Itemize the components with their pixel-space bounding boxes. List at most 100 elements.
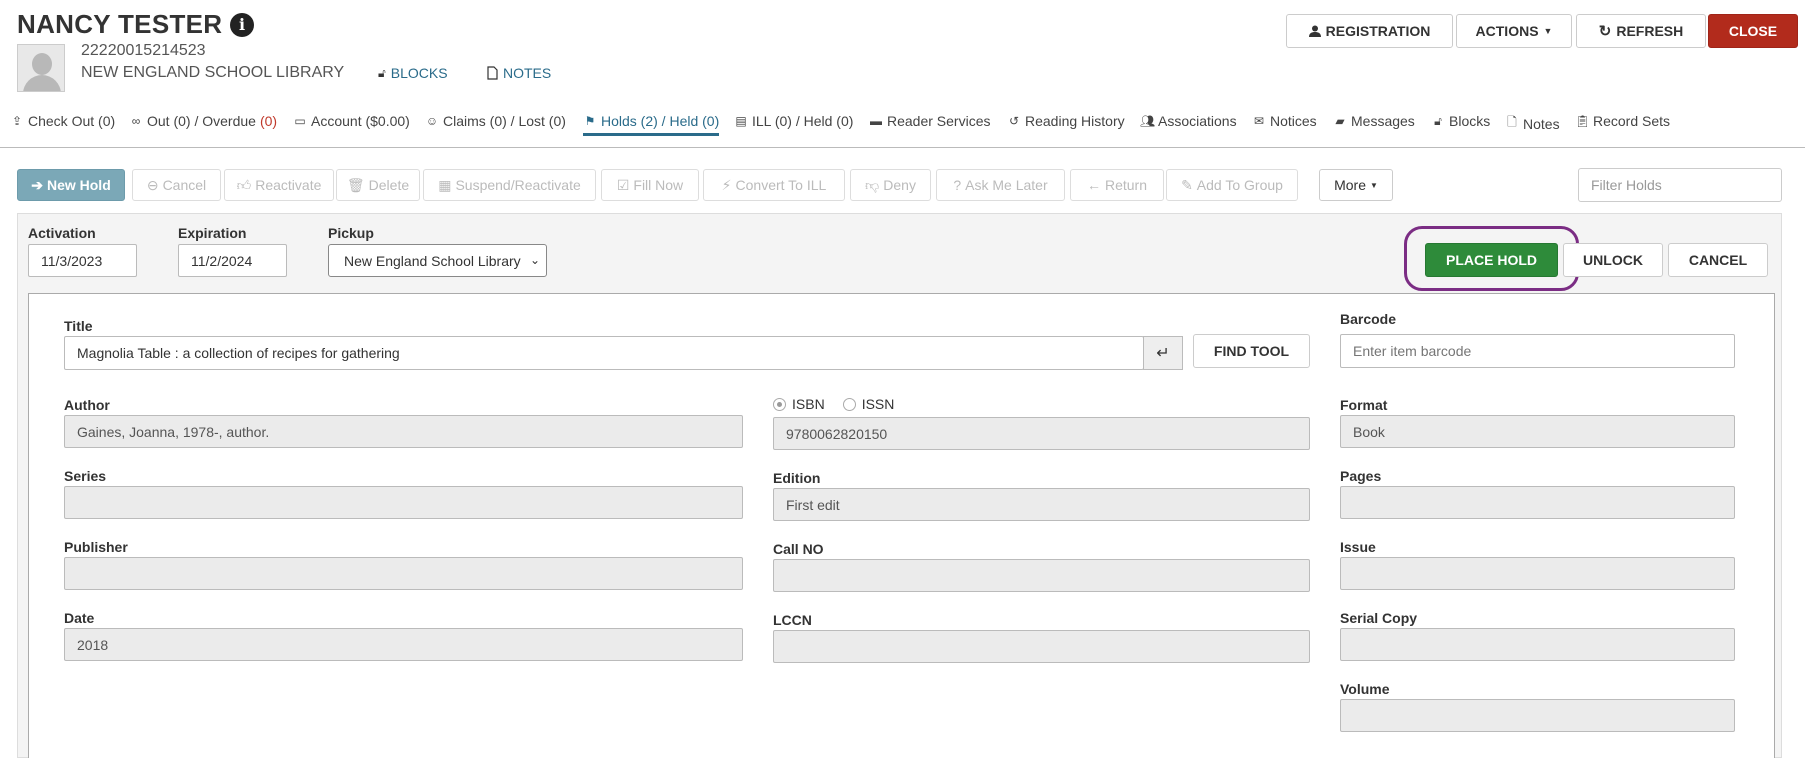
series-label: Series — [64, 468, 107, 484]
isbn-radio[interactable] — [773, 397, 786, 411]
book-icon: ▤ — [735, 114, 747, 128]
patron-tabs: ⇪ Check Out (0) ∞ Out (0) / Overdue (0) ▭ A… — [0, 108, 1805, 148]
more-button[interactable]: More ▼ — [1319, 169, 1393, 201]
pickup-select[interactable]: New England School Library ⌄ — [328, 244, 547, 277]
tab-holds[interactable]: ⚑ Holds (2) / Held (0) — [583, 113, 720, 136]
suspend-reactivate-button[interactable]: ▦ Suspend/Reactivate — [423, 169, 596, 201]
tab-reader-services[interactable]: ▬ Reader Services — [869, 113, 991, 129]
author-input[interactable]: Gaines, Joanna, 1978-, author. — [64, 415, 743, 448]
user-icon — [1308, 25, 1321, 37]
filter-holds-input[interactable] — [1578, 168, 1782, 202]
place-hold-button[interactable]: PLACE HOLD — [1425, 243, 1558, 277]
thumbs-down-icon: 👎︎ — [865, 176, 880, 193]
publisher-input[interactable] — [64, 557, 743, 590]
activation-label: Activation — [28, 225, 96, 241]
title-input[interactable]: Magnolia Table : a collection of recipes… — [64, 336, 1144, 370]
pickup-label: Pickup — [328, 225, 374, 241]
tab-account[interactable]: ▭ Account ($0.00) — [293, 113, 410, 129]
thumbs-up-icon: 👍︎ — [236, 176, 252, 193]
item-barcode-input[interactable] — [1340, 334, 1735, 368]
registration-button[interactable]: REGISTRATION — [1286, 14, 1453, 48]
pages-input[interactable] — [1340, 486, 1735, 519]
format-input[interactable]: Book — [1340, 415, 1735, 448]
expiration-label: Expiration — [178, 225, 247, 241]
author-label: Author — [64, 397, 110, 413]
patron-library: NEW ENGLAND SCHOOL LIBRARY — [81, 64, 345, 81]
pin-icon: ✎ — [1181, 176, 1193, 193]
enter-icon: ↵ — [1156, 345, 1170, 362]
chevron-down-icon: ⌄ — [526, 253, 540, 267]
series-input[interactable] — [64, 486, 743, 519]
tab-blocks[interactable]: 🔓︎ Blocks — [1431, 113, 1490, 129]
notes-link[interactable]: NOTES — [487, 65, 551, 81]
trash-icon: 🗑︎ — [346, 176, 365, 193]
call-no-input[interactable] — [773, 559, 1310, 592]
cancel-hold-button[interactable]: ⊖ Cancel — [132, 169, 221, 201]
users-icon: 👥︎ — [1140, 114, 1156, 128]
flag-icon: ⚑ — [584, 114, 596, 128]
question-circle-icon: ? — [953, 177, 962, 193]
card-icon: ▬ — [870, 114, 882, 128]
isbn-issn-toggle: ISBN ISSN — [773, 396, 894, 412]
volume-input[interactable] — [1340, 699, 1735, 732]
tab-record-sets[interactable]: 📋︎ Record Sets — [1575, 113, 1670, 129]
tab-out-overdue[interactable]: ∞ Out (0) / Overdue (0) — [129, 113, 277, 129]
add-to-group-button[interactable]: ✎ Add To Group — [1166, 169, 1298, 201]
comment-icon: ▰ — [1335, 114, 1345, 128]
find-tool-button[interactable]: FIND TOOL — [1193, 334, 1310, 368]
expiration-date-input[interactable]: 11/2/2024 — [178, 244, 287, 277]
refresh-button[interactable]: ↻ REFRESH — [1576, 14, 1706, 48]
blocks-link[interactable]: 🔓︎ BLOCKS — [378, 65, 448, 81]
convert-to-ill-button[interactable]: ⚡︎ Convert To ILL — [703, 169, 845, 201]
tab-check-out[interactable]: ⇪ Check Out (0) — [10, 113, 115, 129]
edition-label: Edition — [773, 470, 821, 486]
ask-me-later-button[interactable]: ? Ask Me Later — [936, 169, 1065, 201]
reactivate-button[interactable]: 👍︎ Reactivate — [224, 169, 334, 201]
patron-barcode: 22220015214523 — [81, 42, 206, 59]
history-icon: ↺ — [1008, 114, 1020, 128]
tab-notes[interactable]: 🗋︎ Notes — [1505, 113, 1559, 134]
bolt-icon: ⚡︎ — [721, 176, 732, 193]
file-icon: 🗋︎ — [1507, 115, 1517, 129]
date-label: Date — [64, 610, 95, 626]
fill-now-button[interactable]: ☑ Fill Now — [601, 169, 699, 201]
delete-button[interactable]: 🗑︎ Delete — [336, 169, 420, 201]
calendar-icon: ▦ — [438, 176, 452, 193]
refresh-icon: ↻ — [1598, 23, 1612, 40]
unlock-button[interactable]: UNLOCK — [1563, 243, 1663, 277]
edition-input[interactable]: First edit — [773, 488, 1310, 521]
actions-button[interactable]: ACTIONS ▼ — [1456, 14, 1572, 48]
isbn-input[interactable]: 9780062820150 — [773, 417, 1310, 450]
envelope-icon: ✉ — [1253, 114, 1265, 128]
return-button[interactable]: ← Return — [1070, 169, 1164, 201]
minus-circle-icon: ⊖ — [146, 176, 159, 193]
enter-button[interactable]: ↵ — [1143, 336, 1183, 370]
avatar — [17, 44, 65, 92]
format-label: Format — [1340, 397, 1388, 413]
tab-notices[interactable]: ✉ Notices — [1252, 113, 1317, 129]
deny-button[interactable]: 👎︎ Deny — [850, 169, 931, 201]
info-icon[interactable]: i — [230, 13, 254, 37]
tab-ill[interactable]: ▤ ILL (0) / Held (0) — [734, 113, 853, 129]
binoculars-icon: ∞ — [131, 114, 141, 128]
tab-messages[interactable]: ▰ Messages — [1333, 113, 1414, 129]
cancel-button[interactable]: CANCEL — [1668, 243, 1768, 277]
tab-claims-lost[interactable]: ☺ Claims (0) / Lost (0) — [425, 113, 566, 129]
arrow-left-icon: ← — [1086, 177, 1101, 193]
tab-associations[interactable]: 👥︎ Associations — [1140, 113, 1237, 129]
close-button[interactable]: CLOSE — [1708, 14, 1798, 48]
issn-radio[interactable] — [842, 397, 856, 411]
activation-date-input[interactable]: 11/3/2023 — [28, 244, 137, 277]
issue-input[interactable] — [1340, 557, 1735, 590]
caret-down-icon: ▼ — [1369, 180, 1378, 190]
date-input[interactable]: 2018 — [64, 628, 743, 661]
upload-icon: ⇪ — [11, 114, 23, 128]
serial-copy-input[interactable] — [1340, 628, 1735, 661]
tab-reading-history[interactable]: ↺ Reading History — [1007, 113, 1125, 129]
unlock-icon: 🔓︎ — [378, 65, 386, 80]
lccn-input[interactable] — [773, 630, 1310, 663]
patron-name: NANCY TESTER — [17, 9, 223, 39]
new-hold-button[interactable]: ➔ New Hold — [17, 169, 125, 201]
clipboard-icon: 📋︎ — [1575, 114, 1591, 128]
issue-label: Issue — [1340, 539, 1376, 555]
